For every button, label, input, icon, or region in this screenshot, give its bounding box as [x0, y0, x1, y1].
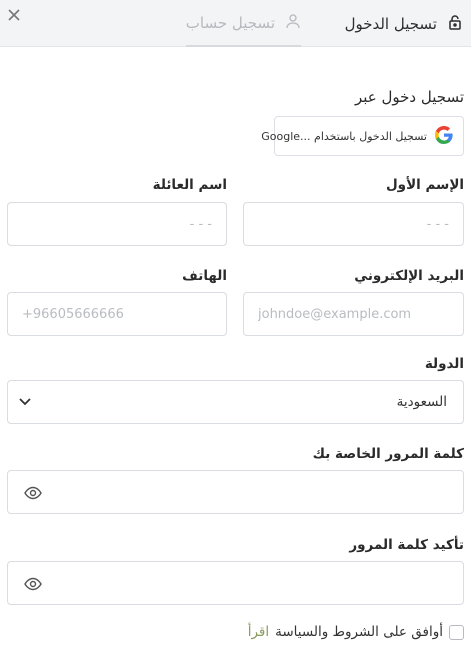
- tab-login-label: تسجيل الدخول: [344, 14, 437, 33]
- google-login-label: تسجيل الدخول باستخدام ...Google: [261, 129, 427, 143]
- google-login-button[interactable]: تسجيل الدخول باستخدام ...Google: [261, 116, 464, 156]
- terms-checkbox[interactable]: [449, 624, 464, 640]
- lock-icon: [447, 14, 463, 34]
- tab-register-label: تسجيل حساب: [185, 13, 275, 32]
- email-field[interactable]: [243, 292, 464, 336]
- country-select[interactable]: السعودية: [7, 380, 464, 424]
- terms-row: أوافق على الشروط والسياسة اقرأ: [248, 624, 464, 640]
- eye-icon[interactable]: [24, 484, 42, 502]
- country-label: الدولة: [424, 356, 464, 372]
- user-icon: [285, 13, 301, 33]
- first-name-field[interactable]: [243, 202, 464, 246]
- phone-label: الهاتف: [182, 268, 227, 284]
- last-name-field[interactable]: [7, 202, 227, 246]
- last-name-input[interactable]: [22, 216, 212, 232]
- password-field[interactable]: [7, 470, 464, 514]
- tab-login[interactable]: تسجيل الدخول: [345, 0, 463, 47]
- password-label: كلمة المرور الخاصة بك: [312, 446, 464, 462]
- confirm-password-input[interactable]: [22, 575, 449, 591]
- close-icon[interactable]: [4, 7, 22, 25]
- tab-register[interactable]: تسجيل حساب: [185, 0, 301, 47]
- terms-read-link[interactable]: اقرأ: [248, 624, 269, 640]
- country-selected-value: السعودية: [396, 394, 447, 410]
- phone-input[interactable]: [22, 306, 212, 322]
- chevron-down-icon: [18, 393, 32, 412]
- confirm-password-label: تأكيد كلمة المرور: [349, 537, 464, 553]
- social-login-heading: تسجيل دخول عبر: [354, 88, 464, 106]
- modal-header: تسجيل الدخول تسجيل حساب: [0, 0, 471, 47]
- email-label: البريد الإلكتروني: [354, 268, 464, 284]
- phone-field[interactable]: [7, 292, 227, 336]
- terms-text: أوافق على الشروط والسياسة: [275, 624, 443, 640]
- first-name-label: الإسم الأول: [385, 177, 464, 193]
- google-icon: [434, 125, 453, 147]
- first-name-input[interactable]: [258, 216, 449, 232]
- email-input[interactable]: [258, 306, 449, 322]
- confirm-password-field[interactable]: [7, 561, 464, 605]
- last-name-label: اسم العائلة: [152, 177, 227, 193]
- eye-icon[interactable]: [24, 575, 42, 593]
- password-input[interactable]: [22, 484, 449, 500]
